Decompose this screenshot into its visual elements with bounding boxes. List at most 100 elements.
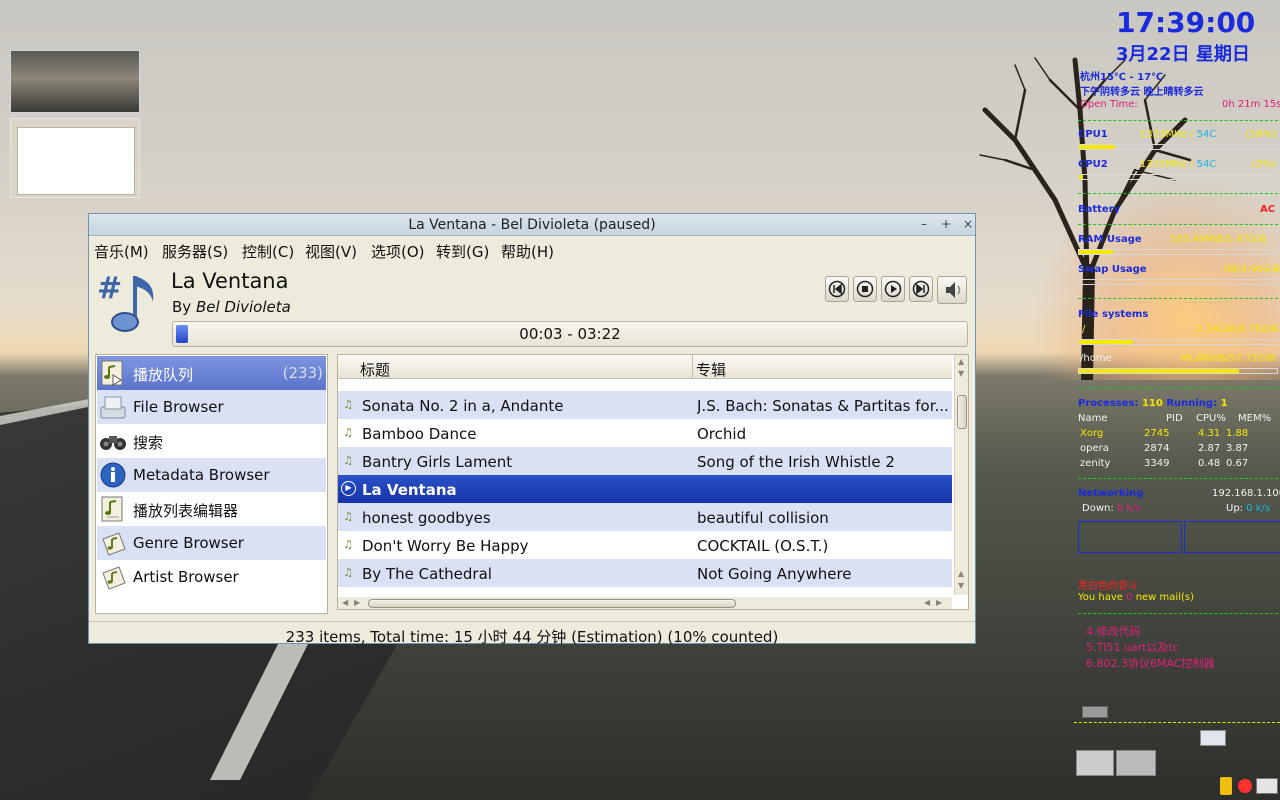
tray-window-icon[interactable] xyxy=(1076,750,1114,776)
menu-goto[interactable]: 转到(G) xyxy=(436,241,489,262)
cpu1-percent: (18%) xyxy=(1246,129,1277,140)
menu-control[interactable]: 控制(C) xyxy=(242,241,294,262)
proc-mem: 1.88 xyxy=(1226,428,1249,439)
table-row[interactable]: ♫ Bantry Girls Lament Song of the Irish … xyxy=(338,447,952,475)
sidebar-item-queue[interactable]: 播放队列 (233) xyxy=(97,356,326,390)
row-title: La Ventana xyxy=(362,481,457,499)
stop-button[interactable] xyxy=(853,276,877,302)
swap-bar xyxy=(1078,279,1278,285)
column-header-album[interactable]: 专辑 xyxy=(696,359,726,380)
sidebar-item-artist-browser[interactable]: Artist Browser xyxy=(97,560,326,594)
sidebar-item-label: 播放队列 xyxy=(133,366,194,384)
horizontal-scroll-thumb[interactable] xyxy=(368,599,736,608)
scroll-left-small-icon[interactable]: ◀ xyxy=(924,598,930,607)
queue-icon xyxy=(101,360,123,386)
sidebar-item-metadata-browser[interactable]: Metadata Browser xyxy=(97,458,326,492)
song-artist-line: By Bel Divioleta xyxy=(172,298,291,316)
tray-thumbnail[interactable] xyxy=(1200,730,1226,746)
running-count: 1 xyxy=(1220,398,1228,409)
row-title: honest goodbyes xyxy=(362,509,491,527)
binoculars-icon xyxy=(100,436,126,450)
music-tray-icon[interactable] xyxy=(1220,777,1232,795)
fs1-bar xyxy=(1078,339,1278,345)
menu-music[interactable]: 音乐(M) xyxy=(94,241,149,262)
minimize-button[interactable]: – xyxy=(917,217,931,231)
play-icon xyxy=(884,280,902,298)
table-row[interactable]: ♫ honest goodbyes beautiful collision xyxy=(338,503,952,531)
row-album: COCKTAIL (O.S.T.) xyxy=(697,537,829,555)
sidebar-item-search[interactable]: 搜索 xyxy=(97,424,326,458)
stop-icon xyxy=(856,280,874,298)
cpu2-info: 1333MHz / 54C xyxy=(1140,159,1216,170)
alert-tray-icon[interactable] xyxy=(1238,779,1252,793)
running-label: Running: xyxy=(1162,398,1221,409)
menubar: 音乐(M) 服务器(S) 控制(C) 视图(V) 选项(O) 转到(G) 帮助(… xyxy=(89,237,975,263)
swap-label: Swap Usage xyxy=(1078,264,1147,275)
scroll-down-icon[interactable]: ▼ xyxy=(958,581,964,590)
down-value: 0 k/s xyxy=(1116,503,1141,514)
scroll-left-icon[interactable]: ◀ xyxy=(342,598,348,607)
scroll-right-small-icon[interactable]: ▶ xyxy=(354,598,360,607)
mail-pre: You have xyxy=(1078,592,1127,603)
dock-button[interactable] xyxy=(1082,706,1108,718)
proc-mem: 0.67 xyxy=(1226,458,1249,469)
column-header-title[interactable]: 标题 xyxy=(360,359,390,380)
menu-options[interactable]: 选项(O) xyxy=(371,241,425,262)
mail-status: You have 0 new mail(s) xyxy=(1078,592,1194,603)
sidebar-item-label: Metadata Browser xyxy=(133,466,270,484)
todo-item: 6.802.3协议6MAC控制器 xyxy=(1086,657,1215,670)
sidebar-item-genre-browser[interactable]: Genre Browser xyxy=(97,526,326,560)
next-icon xyxy=(912,280,930,298)
scroll-down-small-icon[interactable]: ▼ xyxy=(958,369,964,378)
ram-bar xyxy=(1078,249,1278,255)
cpu2-label: CPU2 xyxy=(1078,159,1108,170)
tray-editor-icon[interactable] xyxy=(1116,750,1156,776)
divider xyxy=(1078,298,1278,299)
sidebar-item-file-browser[interactable]: File Browser xyxy=(97,390,326,424)
cpu2-freq: 1333MHz / xyxy=(1140,159,1197,170)
download-rate: Down: 0 k/s xyxy=(1082,503,1141,514)
menu-server[interactable]: 服务器(S) xyxy=(162,241,228,262)
vertical-scroll-thumb[interactable] xyxy=(957,395,967,429)
scroll-right-icon[interactable]: ▶ xyxy=(936,598,942,607)
network-tray-icon[interactable] xyxy=(1256,778,1278,794)
row-title: Don't Worry Be Happy xyxy=(362,537,529,555)
next-button[interactable] xyxy=(909,276,933,302)
scroll-up-small-icon[interactable]: ▲ xyxy=(958,569,964,578)
fs2-name: /home xyxy=(1080,353,1112,364)
menu-view[interactable]: 视图(V) xyxy=(305,241,357,262)
play-button[interactable] xyxy=(881,276,905,302)
horizontal-scrollbar[interactable]: ◀ ▶ ◀ ▶ xyxy=(338,597,952,609)
row-album: Orchid xyxy=(697,425,747,443)
table-row[interactable]: ♫ Bamboo Dance Orchid xyxy=(338,419,952,447)
workspace-thumbnail-2[interactable] xyxy=(10,118,140,198)
maximize-button[interactable]: + xyxy=(939,217,953,231)
proc-pid: 2874 xyxy=(1144,443,1170,454)
fs1-bar-fill xyxy=(1079,340,1132,344)
close-button[interactable]: × xyxy=(961,217,975,231)
download-graph xyxy=(1078,521,1182,553)
music-note-icon: ♫ xyxy=(343,510,353,523)
scroll-up-icon[interactable]: ▲ xyxy=(958,357,964,366)
status-text: 233 items, Total time: 15 小时 44 分钟 (Esti… xyxy=(285,628,779,646)
table-row[interactable]: ♫ By The Cathedral Not Going Anywhere xyxy=(338,559,952,587)
vertical-scrollbar[interactable]: ▲ ▼ ▲ ▼ xyxy=(954,355,968,595)
time-display: 00:03 - 03:22 xyxy=(519,325,621,343)
window-titlebar[interactable]: La Ventana - Bel Divioleta (paused) – + … xyxy=(89,214,975,236)
ram-label: RAM Usage xyxy=(1078,234,1142,245)
dock-divider xyxy=(1074,722,1280,723)
sidebar-item-playlist-editor[interactable]: 播放列表编辑器 xyxy=(97,492,326,526)
mail-post: new mail(s) xyxy=(1132,592,1194,603)
table-row[interactable]: ♫ Don't Worry Be Happy COCKTAIL (O.S.T.) xyxy=(338,531,952,559)
table-row[interactable]: ♫ Sonata No. 2 in a, Andante J.S. Bach: … xyxy=(338,391,952,419)
seek-bar[interactable]: 00:03 - 03:22 xyxy=(172,321,968,347)
todo-item: 4.修改代码 xyxy=(1086,625,1141,638)
menu-help[interactable]: 帮助(H) xyxy=(501,241,554,262)
workspace-thumbnail-1[interactable] xyxy=(10,50,140,113)
row-title: Bamboo Dance xyxy=(362,425,477,443)
column-separator[interactable] xyxy=(692,355,693,379)
previous-button[interactable] xyxy=(825,276,849,302)
volume-button[interactable] xyxy=(937,276,967,304)
divider xyxy=(1078,224,1278,225)
table-row-current[interactable]: ▶ La Ventana xyxy=(338,475,952,503)
